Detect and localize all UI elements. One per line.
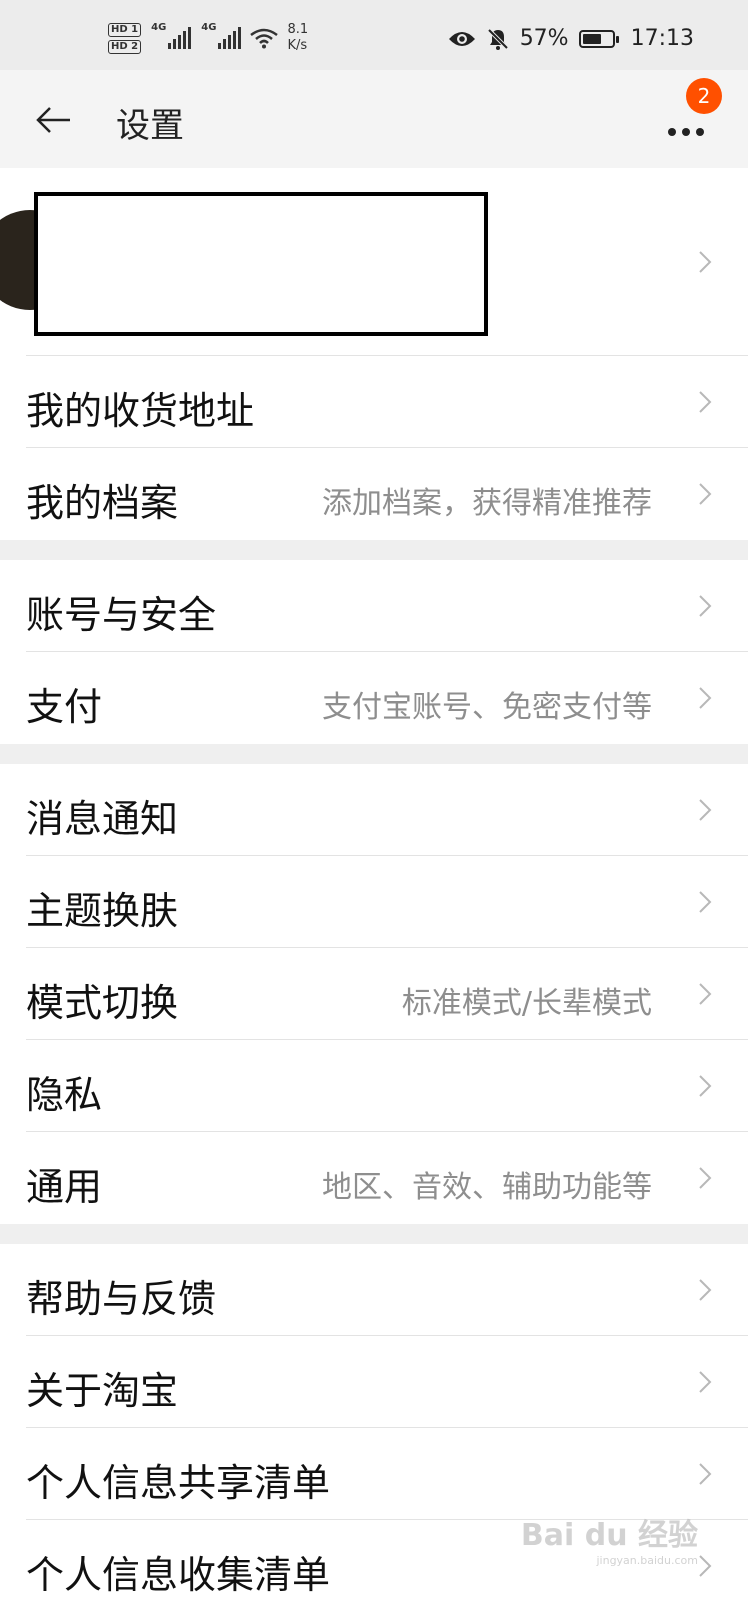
chevron-right-icon — [699, 1279, 712, 1301]
speed-unit: K/s — [287, 38, 308, 53]
settings-group-2: 账号与安全 支付 支付宝账号、免密支付等 — [0, 560, 748, 744]
chevron-right-icon — [699, 799, 712, 821]
row-about[interactable]: 关于淘宝 — [26, 1336, 748, 1428]
chevron-right-icon — [699, 483, 712, 505]
row-label: 账号与安全 — [26, 593, 217, 637]
network-type-1: 4G — [151, 22, 167, 33]
signal-icon — [168, 27, 192, 49]
network-type-2: 4G — [201, 22, 217, 33]
row-label: 主题换肤 — [26, 889, 179, 933]
row-payment[interactable]: 支付 支付宝账号、免密支付等 — [26, 652, 748, 744]
row-privacy[interactable]: 隐私 — [26, 1040, 748, 1132]
status-right: 57% 17:13 — [448, 26, 694, 51]
page-title: 设置 — [116, 106, 184, 146]
profile-row[interactable] — [0, 168, 748, 356]
chevron-right-icon — [699, 1167, 712, 1189]
more-button[interactable]: 2 — [662, 78, 722, 140]
speed-value: 8.1 — [287, 22, 309, 37]
row-account-security[interactable]: 账号与安全 — [26, 560, 748, 652]
status-left: HD 1 HD 2 4G 4G 8.1 K/s — [108, 22, 308, 54]
eye-icon — [448, 31, 475, 46]
chevron-right-icon — [699, 891, 712, 913]
row-theme[interactable]: 主题换肤 — [26, 856, 748, 948]
watermark-main: Bai du 经验 — [520, 1518, 698, 1553]
row-sublabel: 地区、音效、辅助功能等 — [322, 1170, 652, 1205]
status-bar: HD 1 HD 2 4G 4G 8.1 K/s 57% 17:13 — [0, 0, 748, 70]
row-info-sharing-list[interactable]: 个人信息共享清单 — [26, 1428, 748, 1520]
wifi-icon — [250, 28, 279, 49]
chevron-right-icon — [699, 595, 712, 617]
row-label: 支付 — [26, 685, 103, 729]
chevron-right-icon — [699, 251, 712, 273]
network-speed: 8.1 K/s — [287, 22, 308, 54]
row-label: 个人信息共享清单 — [26, 1461, 331, 1505]
chevron-right-icon — [699, 1075, 712, 1097]
watermark-sub: jingyan.baidu.com — [596, 1554, 698, 1567]
row-label: 帮助与反馈 — [26, 1277, 217, 1321]
settings-group-1: 我的收货地址 我的档案 添加档案，获得精准推荐 — [0, 356, 748, 540]
row-notifications[interactable]: 消息通知 — [26, 764, 748, 856]
clock: 17:13 — [630, 26, 694, 51]
chevron-right-icon — [699, 983, 712, 1005]
settings-list: 我的收货地址 我的档案 添加档案，获得精准推荐 账号与安全 支付 支付宝账号、免… — [0, 168, 748, 1600]
row-my-profile[interactable]: 我的档案 添加档案，获得精准推荐 — [26, 448, 748, 540]
battery-icon — [578, 29, 619, 48]
row-sublabel: 支付宝账号、免密支付等 — [322, 690, 652, 725]
row-label: 通用 — [26, 1165, 103, 1209]
redacted-profile-info — [34, 192, 488, 336]
chevron-right-icon — [699, 1371, 712, 1393]
app-header: 设置 2 — [0, 70, 748, 168]
battery-percent: 57% — [519, 26, 569, 51]
section-gap — [0, 744, 748, 764]
chevron-right-icon — [699, 1555, 712, 1577]
chevron-right-icon — [699, 1463, 712, 1485]
more-dots-icon — [668, 128, 704, 136]
row-shipping-address[interactable]: 我的收货地址 — [26, 356, 748, 448]
row-label: 我的档案 — [26, 481, 179, 525]
bell-muted-icon — [487, 28, 509, 50]
signal-icon — [218, 27, 242, 49]
section-gap — [0, 540, 748, 560]
row-label: 隐私 — [26, 1073, 103, 1117]
row-mode-switch[interactable]: 模式切换 标准模式/长辈模式 — [26, 948, 748, 1040]
row-help-feedback[interactable]: 帮助与反馈 — [26, 1244, 748, 1336]
chevron-right-icon — [699, 391, 712, 413]
chevron-right-icon — [699, 687, 712, 709]
watermark: Bai du 经验 jingyan.baidu.com — [521, 1510, 698, 1567]
back-button[interactable] — [30, 98, 74, 142]
sim2-badge: HD 2 — [108, 39, 142, 54]
row-label: 个人信息收集清单 — [26, 1553, 331, 1597]
row-label: 关于淘宝 — [26, 1369, 179, 1413]
row-label: 模式切换 — [26, 981, 179, 1025]
notification-badge: 2 — [686, 78, 722, 114]
sim1-badge: HD 1 — [108, 22, 142, 37]
settings-group-3: 消息通知 主题换肤 模式切换 标准模式/长辈模式 隐私 通用 地区、音效、辅助功… — [0, 764, 748, 1224]
row-sublabel: 添加档案，获得精准推荐 — [322, 486, 652, 521]
row-general[interactable]: 通用 地区、音效、辅助功能等 — [26, 1132, 748, 1224]
section-gap — [0, 1224, 748, 1244]
row-sublabel: 标准模式/长辈模式 — [401, 986, 652, 1021]
arrow-left-icon — [36, 107, 70, 133]
row-label: 消息通知 — [26, 797, 179, 841]
row-label: 我的收货地址 — [26, 389, 255, 433]
